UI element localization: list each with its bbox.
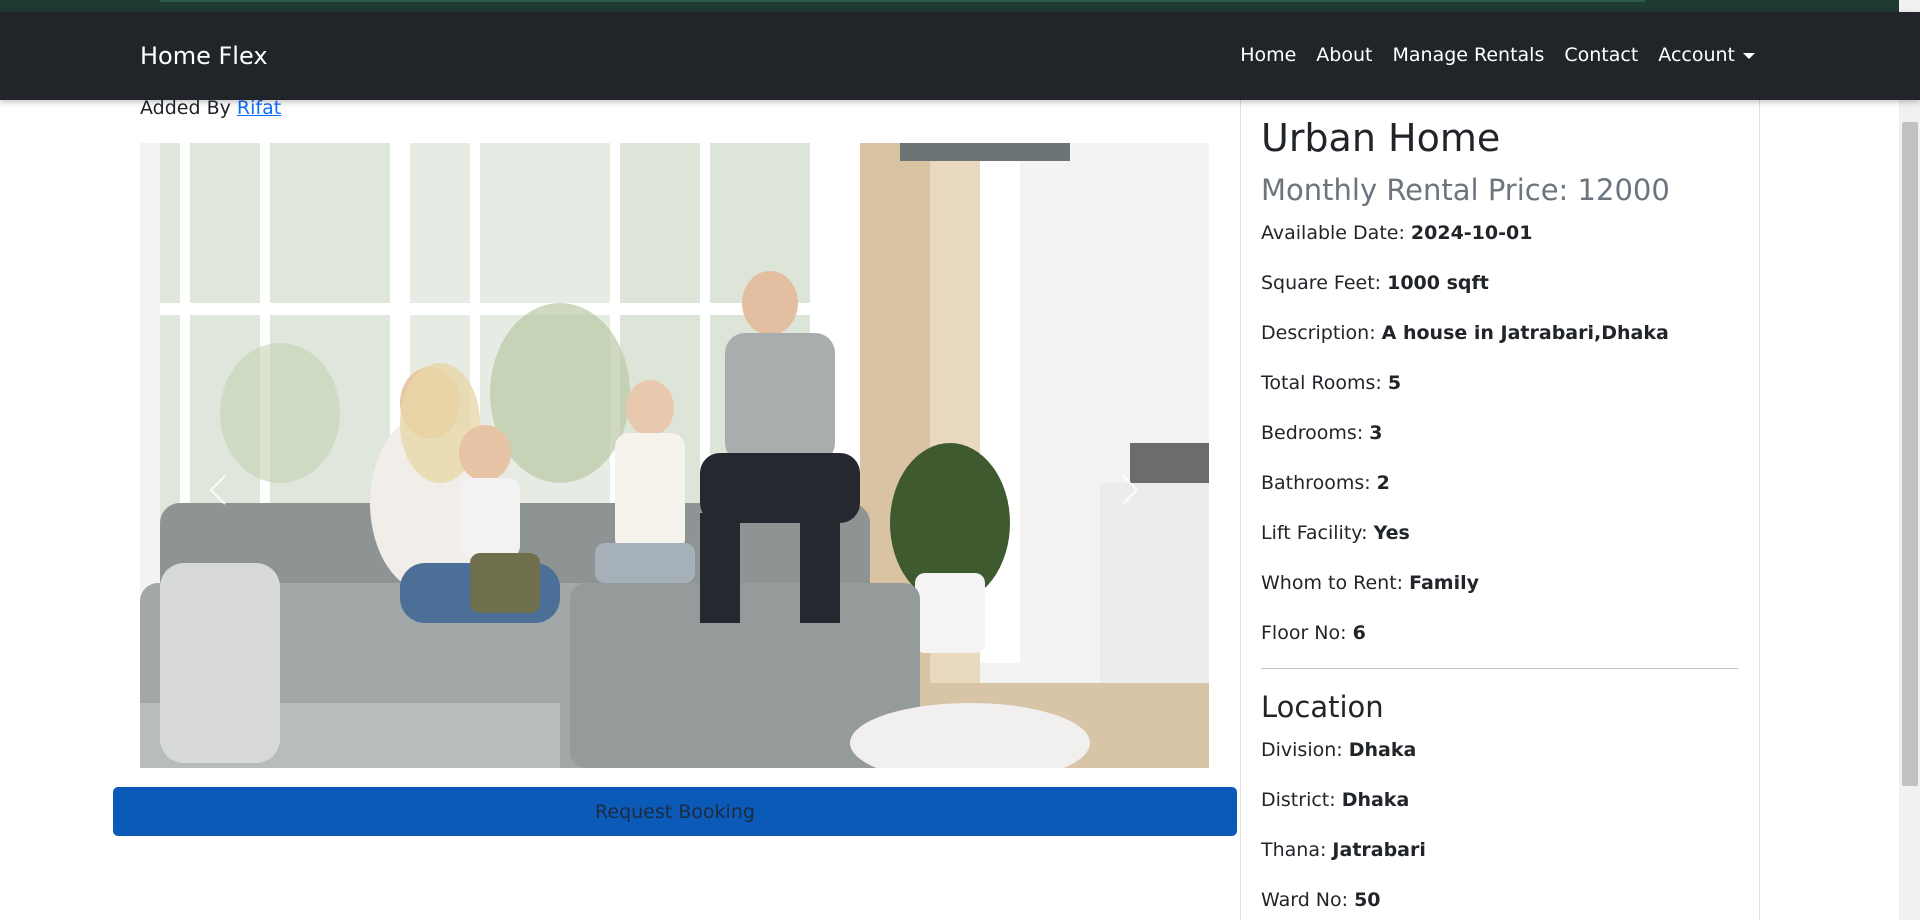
field-ward-no: Ward No: 50 bbox=[1261, 889, 1381, 911]
field-whom-to-rent: Whom to Rent: Family bbox=[1261, 572, 1479, 594]
field-available-date: Available Date: 2024-10-01 bbox=[1261, 222, 1533, 244]
nav-home[interactable]: Home bbox=[1240, 44, 1296, 66]
navbar: Home Flex Home About Manage Rentals Cont… bbox=[0, 12, 1920, 100]
browser-top-strip bbox=[0, 0, 1920, 12]
divider bbox=[1261, 668, 1738, 669]
listing-price: Monthly Rental Price: 12000 bbox=[1261, 173, 1670, 207]
scrollbar-thumb[interactable] bbox=[1902, 122, 1918, 786]
field-description: Description: A house in Jatrabari,Dhaka bbox=[1261, 322, 1669, 344]
carousel-next-button[interactable] bbox=[1108, 470, 1148, 510]
field-thana: Thana: Jatrabari bbox=[1261, 839, 1426, 861]
nav-manage-rentals[interactable]: Manage Rentals bbox=[1392, 44, 1544, 66]
field-square-feet: Square Feet: 1000 sqft bbox=[1261, 272, 1489, 294]
carousel-prev-button[interactable] bbox=[200, 470, 240, 510]
caret-down-icon bbox=[1743, 52, 1755, 59]
added-by: Added By Rifat bbox=[140, 97, 281, 119]
listing-photo-carousel bbox=[140, 143, 1209, 768]
field-bedrooms: Bedrooms: 3 bbox=[1261, 422, 1383, 444]
field-floor-no: Floor No: 6 bbox=[1261, 622, 1366, 644]
nav-account-dropdown[interactable]: Account bbox=[1658, 44, 1755, 66]
brand-logo[interactable]: Home Flex bbox=[140, 42, 268, 70]
field-bathrooms: Bathrooms: 2 bbox=[1261, 472, 1390, 494]
living-room-photo bbox=[140, 143, 1209, 768]
field-lift-facility: Lift Facility: Yes bbox=[1261, 522, 1410, 544]
chevron-left-icon bbox=[209, 475, 226, 505]
listing-title: Urban Home bbox=[1261, 116, 1501, 160]
added-by-user-link[interactable]: Rifat bbox=[237, 97, 281, 119]
nav-contact[interactable]: Contact bbox=[1564, 44, 1638, 66]
nav-links: Home About Manage Rentals Contact Accoun… bbox=[1240, 44, 1755, 66]
field-division: Division: Dhaka bbox=[1261, 739, 1417, 761]
nav-account-label: Account bbox=[1658, 44, 1735, 66]
location-heading: Location bbox=[1261, 690, 1384, 724]
nav-about[interactable]: About bbox=[1316, 44, 1372, 66]
added-by-label: Added By bbox=[140, 97, 231, 119]
field-total-rooms: Total Rooms: 5 bbox=[1261, 372, 1402, 394]
chevron-right-icon bbox=[1122, 475, 1139, 505]
field-district: District: Dhaka bbox=[1261, 789, 1410, 811]
request-booking-button[interactable]: Request Booking bbox=[113, 787, 1237, 836]
